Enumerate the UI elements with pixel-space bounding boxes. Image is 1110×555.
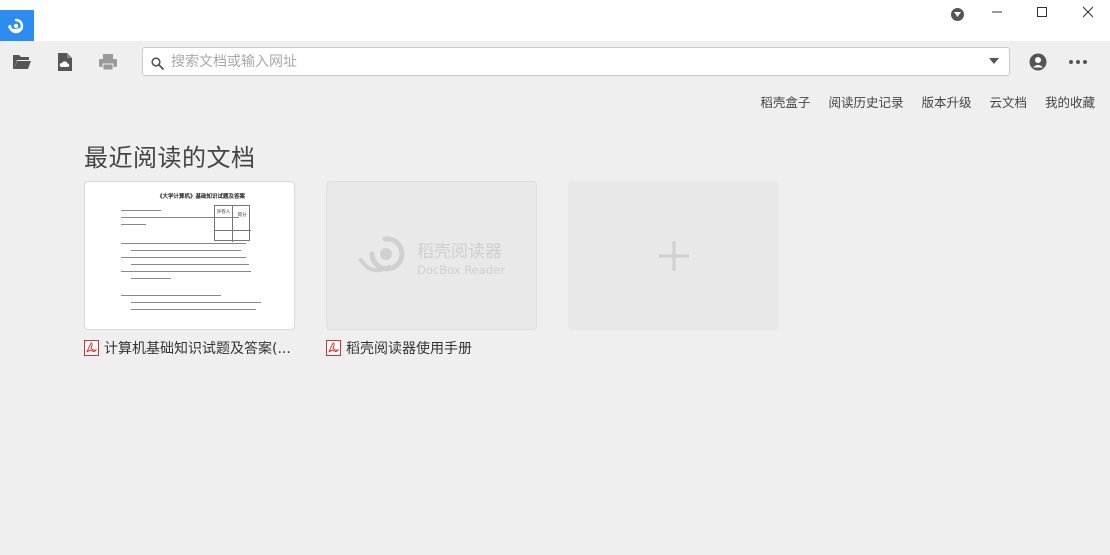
maximize-icon[interactable] [1022, 0, 1062, 24]
toolbar [0, 41, 1110, 82]
folder-open-icon[interactable] [11, 51, 33, 73]
search-icon [151, 55, 164, 74]
link-favorites[interactable]: 我的收藏 [1045, 95, 1095, 111]
docbox-logo-icon [359, 236, 405, 273]
printer-icon[interactable] [97, 51, 119, 73]
recent-doc-label[interactable]: 计算机基础知识试题及答案(... [84, 338, 291, 358]
search-bar[interactable] [142, 47, 1010, 76]
link-docbox[interactable]: 稻壳盒子 [760, 95, 810, 111]
download-icon[interactable] [951, 8, 964, 21]
docbox-logo-icon[interactable] [0, 10, 34, 41]
search-input[interactable] [171, 51, 971, 72]
add-document-button[interactable] [568, 181, 779, 330]
minimize-icon[interactable] [977, 0, 1017, 24]
search-dropdown-icon[interactable] [989, 58, 999, 64]
pdf-icon [84, 340, 99, 356]
recent-doc-card[interactable]: 《大学计算机》基础知识试题及答案 评卷人 得分 [84, 181, 295, 330]
link-reading-history[interactable]: 阅读历史记录 [828, 95, 903, 111]
cloud-file-icon[interactable] [54, 51, 76, 73]
user-icon[interactable] [1027, 51, 1049, 73]
link-version-upgrade[interactable]: 版本升级 [921, 95, 971, 111]
page-title: 最近阅读的文档 [84, 144, 256, 172]
docbox-watermark: 稻壳阅读器 DocBox Reader [357, 234, 505, 280]
top-links: 稻壳盒子 阅读历史记录 版本升级 云文档 我的收藏 [742, 95, 1095, 111]
score-table: 评卷人 得分 [214, 205, 251, 242]
pdf-icon [326, 340, 341, 356]
more-icon[interactable] [1067, 51, 1089, 73]
recent-manual-card[interactable]: 稻壳阅读器 DocBox Reader [326, 181, 537, 330]
document-thumbnail: 《大学计算机》基础知识试题及答案 [121, 192, 281, 316]
close-icon[interactable] [1068, 0, 1108, 24]
title-bar [0, 0, 1110, 41]
link-cloud-docs[interactable]: 云文档 [989, 95, 1027, 111]
plus-icon [658, 240, 689, 271]
recent-manual-label[interactable]: 稻壳阅读器使用手册 [326, 338, 472, 358]
